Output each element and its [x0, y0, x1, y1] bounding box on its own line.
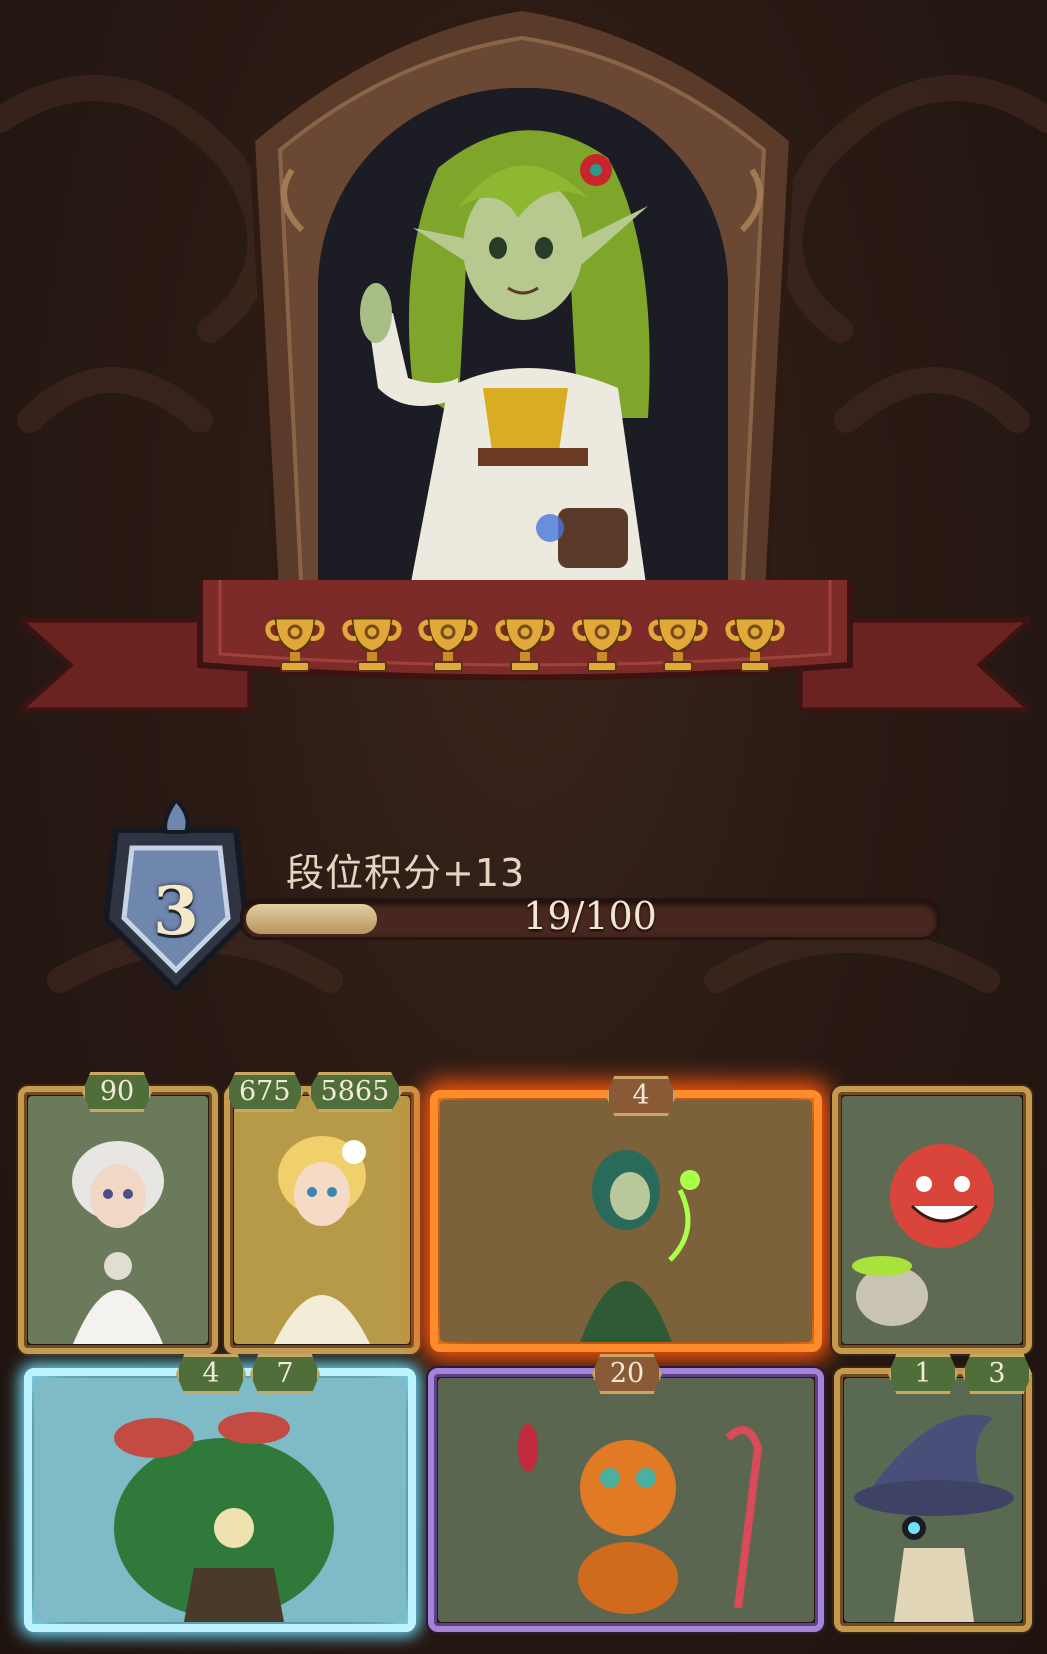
card-forest-dryad[interactable]: 4: [430, 1076, 822, 1352]
card-white-flower-fairy[interactable]: 90: [18, 1072, 218, 1354]
card-count-badge: 4: [606, 1076, 676, 1116]
trophy-icon: [572, 616, 632, 672]
rank-level: 3: [153, 872, 199, 950]
card-count-badge: 90: [82, 1072, 152, 1112]
card-stat-badge: 5865: [307, 1072, 403, 1112]
hero-portrait[interactable]: [318, 88, 728, 598]
card-count-badge: 20: [592, 1354, 662, 1394]
trophy-ribbon: [20, 580, 1030, 713]
card-badges: 20: [592, 1354, 662, 1394]
golden-bloom-fairy-art: [234, 1096, 410, 1344]
trophy-icon: [725, 616, 785, 672]
card-wizard-hat-creature[interactable]: 1 3: [834, 1354, 1032, 1632]
white-flower-fairy-art: [28, 1096, 208, 1344]
card-stat-badge: 3: [962, 1354, 1032, 1394]
card-stat-badge: 675: [226, 1072, 304, 1112]
card-golden-bloom-fairy[interactable]: 675 5865: [224, 1072, 420, 1354]
card-badges: 1 3: [888, 1354, 1032, 1394]
trophy-icon: [418, 616, 478, 672]
pumpkin-candy-jester-art: [438, 1378, 814, 1622]
card-red-imp[interactable]: [832, 1086, 1032, 1354]
trophy-icon: [265, 616, 325, 672]
card-stat-badge: 4: [176, 1354, 246, 1394]
trophy-icon: [495, 616, 555, 672]
card-badges: 675 5865: [226, 1072, 403, 1112]
elf-girl-portrait: [318, 88, 728, 598]
trophy-row: [265, 612, 785, 676]
rank-points-label: 段位积分+13: [286, 851, 526, 895]
trophy-icon: [648, 616, 708, 672]
card-pumpkin-candy-jester[interactable]: 20: [428, 1354, 824, 1632]
red-imp-art: [842, 1096, 1022, 1344]
forest-dryad-art: [440, 1100, 812, 1342]
card-badges: 90: [82, 1072, 152, 1112]
card-badges: 4 7: [176, 1354, 320, 1394]
card-stat-badge: 7: [250, 1354, 320, 1394]
rank-progress-text: 19/100: [523, 894, 657, 938]
wizard-hat-creature-art: [844, 1378, 1022, 1622]
card-stat-badge: 1: [888, 1354, 958, 1394]
card-badges: 4: [606, 1076, 676, 1116]
mushroom-treant-art: [34, 1378, 406, 1622]
trophy-icon: [342, 616, 402, 672]
card-mushroom-treant[interactable]: 4 7: [24, 1354, 416, 1632]
